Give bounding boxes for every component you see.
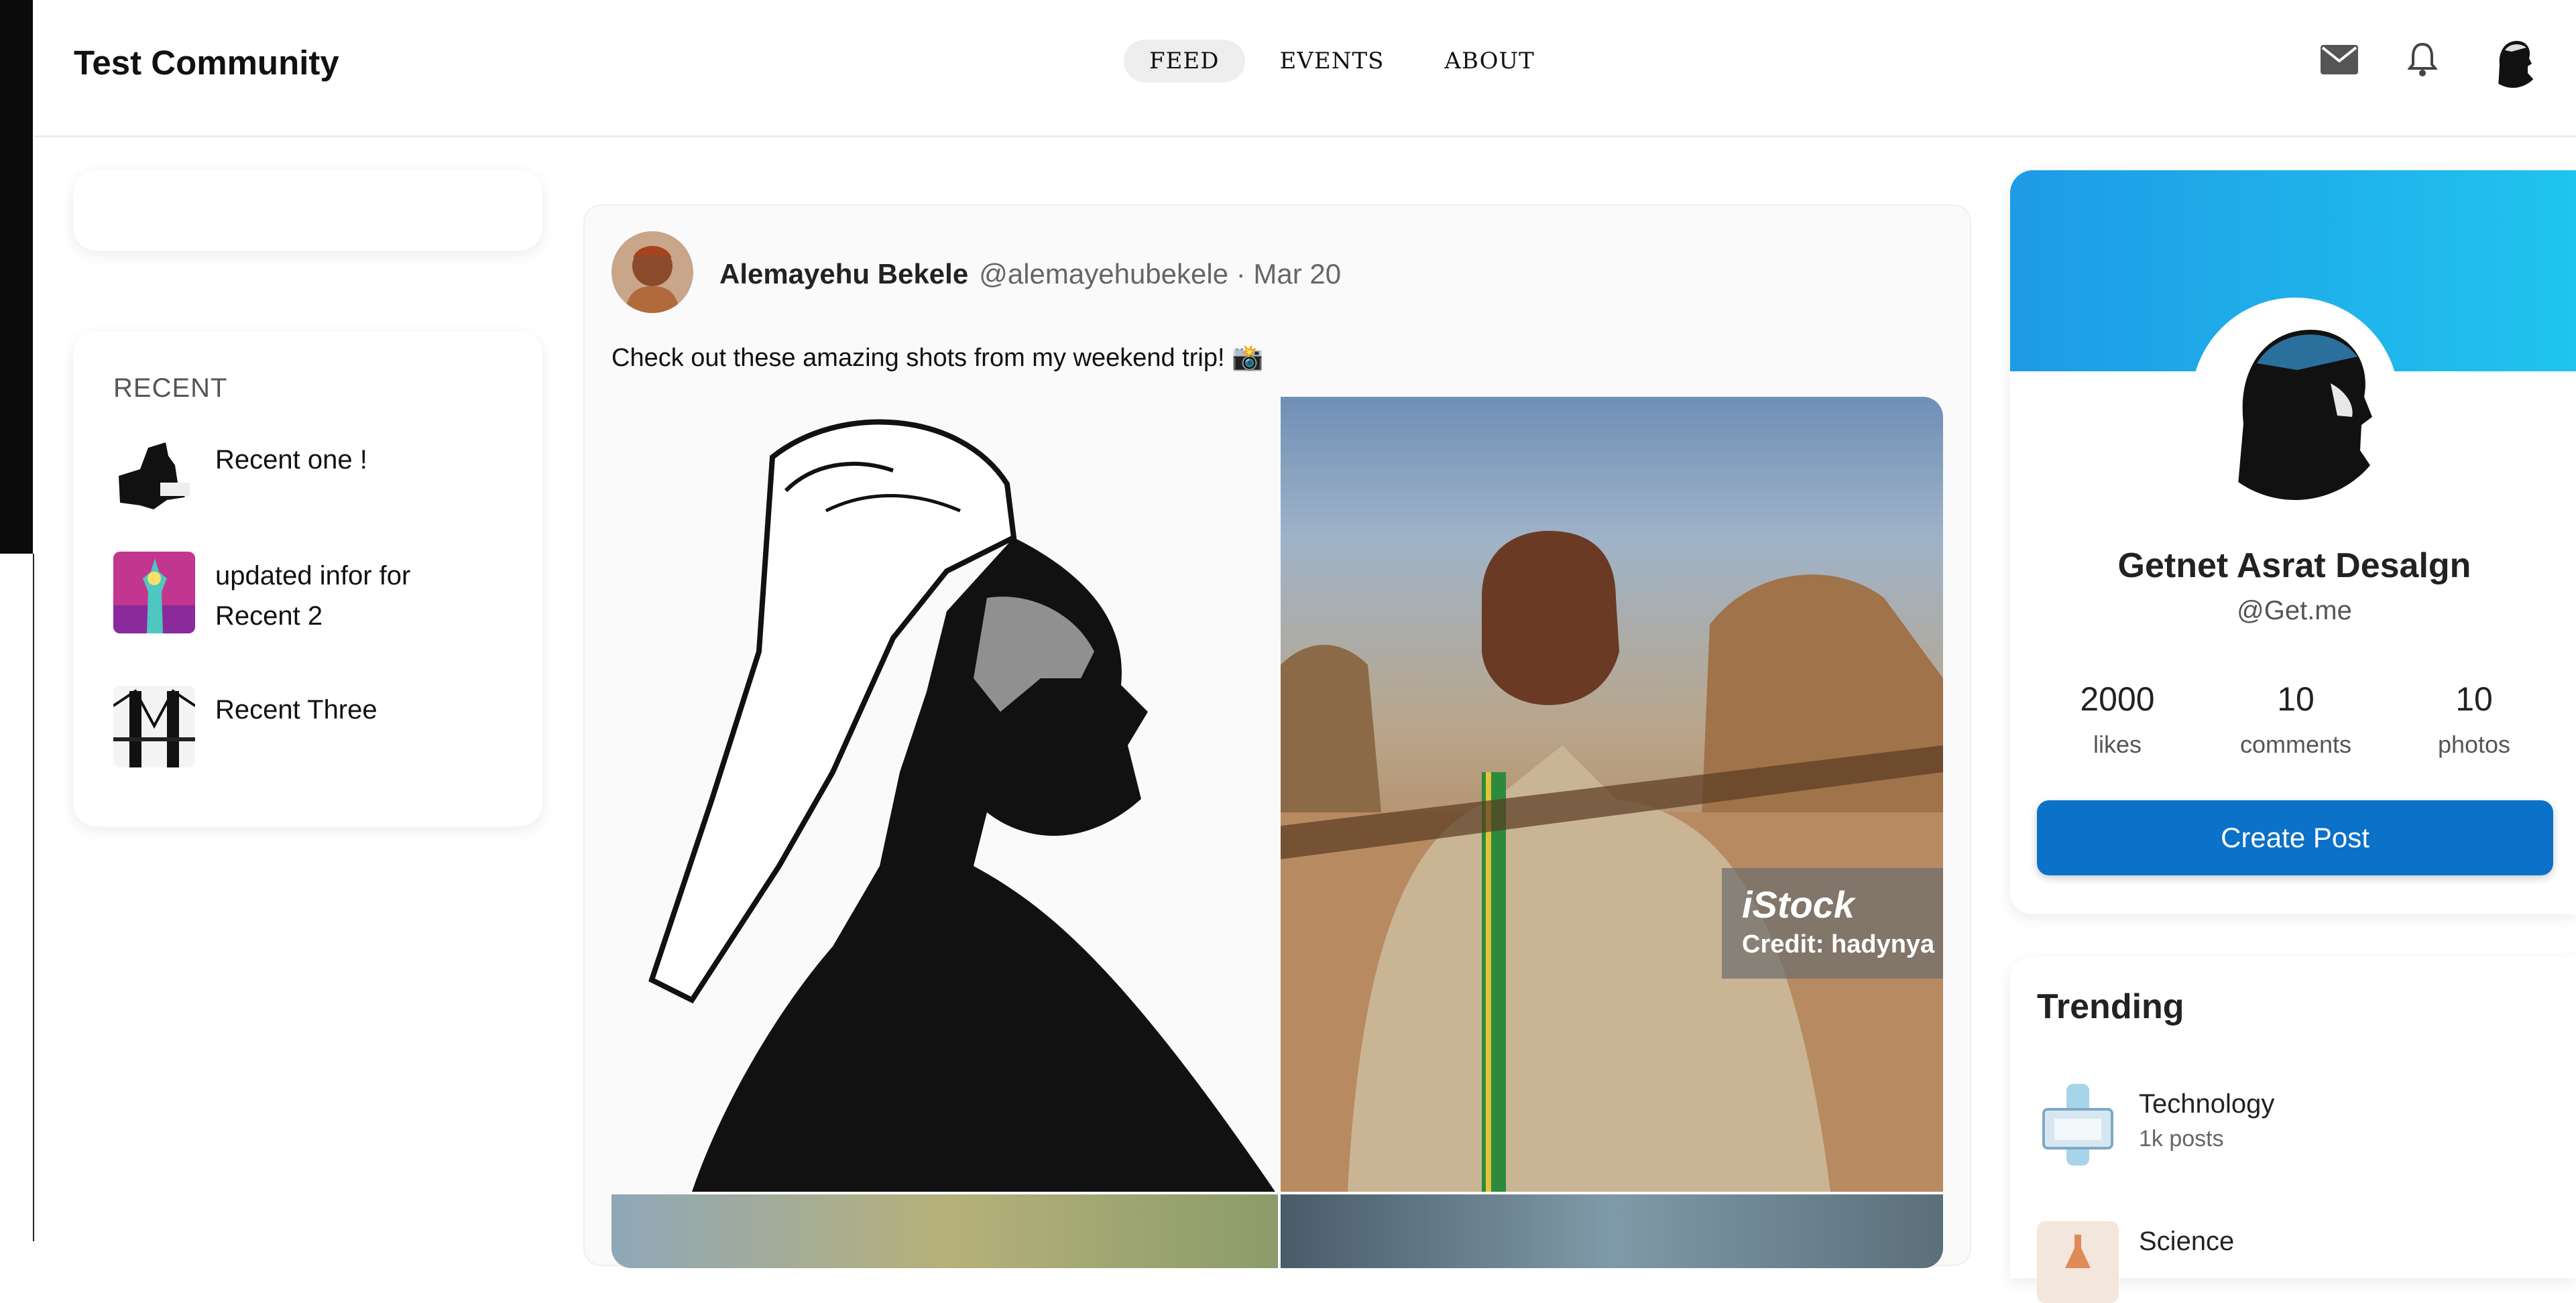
recent-label: updated infor for Recent 2 bbox=[215, 561, 411, 631]
stat-photos: 10 photos bbox=[2394, 680, 2555, 759]
trend-text: Science bbox=[2139, 1221, 2234, 1263]
header-actions bbox=[2319, 32, 2541, 88]
stat-value: 2000 bbox=[2080, 680, 2155, 718]
trending-title: Trending bbox=[2037, 987, 2184, 1026]
post-gallery: iStock Credit: hadynya bbox=[611, 397, 1943, 1268]
post-text: Check out these amazing shots from my we… bbox=[611, 344, 1264, 372]
recent-title: RECENT bbox=[113, 373, 228, 403]
post-author-handle[interactable]: @alemayehubekele bbox=[979, 258, 1228, 290]
stat-likes: 2000 likes bbox=[2037, 680, 2198, 759]
stat-value: 10 bbox=[2455, 680, 2493, 718]
post-author-avatar[interactable] bbox=[611, 231, 693, 313]
recent-item[interactable]: Recent Three bbox=[113, 686, 483, 767]
recent-thumb-map bbox=[113, 436, 195, 517]
gallery-image-portrait[interactable]: iStock Credit: hadynya bbox=[1281, 397, 1943, 1192]
post-header: Alemayehu Bekele @alemayehubekele · Mar 2… bbox=[719, 258, 1341, 290]
main-nav: FEED EVENTS ABOUT bbox=[1124, 40, 1560, 82]
profile-avatar[interactable] bbox=[2191, 298, 2399, 505]
recent-label: Recent Three bbox=[215, 695, 377, 725]
trend-text: Technology 1k posts bbox=[2139, 1084, 2274, 1152]
user-avatar[interactable] bbox=[2485, 32, 2541, 88]
post-date: Mar 20 bbox=[1253, 258, 1342, 290]
left-edge-line bbox=[33, 554, 34, 1241]
stat-label: photos bbox=[2437, 731, 2511, 758]
trending-card: Trending Technology 1k posts Science bbox=[2010, 956, 2576, 1303]
post-separator: · bbox=[1236, 258, 1246, 290]
recent-card: RECENT Recent one ! updated infor for Re… bbox=[73, 332, 542, 826]
left-edge-strip bbox=[0, 0, 33, 554]
nav-feed[interactable]: FEED bbox=[1124, 40, 1245, 82]
trend-thumb-technology bbox=[2037, 1084, 2119, 1166]
mail-icon[interactable] bbox=[2319, 39, 2360, 80]
stat-label: likes bbox=[2093, 731, 2142, 758]
profile-card: Getnet Asrat Desalgn @Get.me 2000 likes … bbox=[2010, 170, 2576, 914]
gallery-image-landscape[interactable] bbox=[611, 1194, 1278, 1268]
recent-item[interactable]: Recent one ! bbox=[113, 436, 483, 517]
gallery-image-sketch[interactable] bbox=[611, 397, 1278, 1192]
nav-events[interactable]: EVENTS bbox=[1254, 40, 1410, 82]
trend-thumb-science bbox=[2037, 1221, 2119, 1303]
trend-posts: 1k posts bbox=[2139, 1126, 2224, 1152]
image-watermark: iStock Credit: hadynya bbox=[1722, 868, 1943, 979]
watermark-brand: iStock bbox=[1742, 883, 1855, 926]
stat-comments: 10 comments bbox=[2215, 680, 2376, 759]
recent-thumb-bridge bbox=[113, 686, 195, 767]
recent-item[interactable]: updated infor for Recent 2 bbox=[113, 552, 483, 636]
top-bar: Test Community FEED EVENTS ABOUT bbox=[34, 0, 2576, 137]
trend-item[interactable]: Science bbox=[2037, 1221, 2234, 1303]
recent-label: Recent one ! bbox=[215, 445, 367, 475]
watermark-credit: Credit: hadynya bbox=[1742, 930, 1935, 958]
profile-name: Getnet Asrat Desalgn bbox=[2117, 546, 2471, 585]
create-post-button[interactable]: Create Post bbox=[2037, 800, 2553, 875]
nav-about[interactable]: ABOUT bbox=[1419, 40, 1560, 82]
recent-thumb-statue bbox=[113, 552, 195, 633]
profile-handle: @Get.me bbox=[2237, 596, 2352, 625]
trend-item[interactable]: Technology 1k posts bbox=[2037, 1084, 2274, 1166]
gallery-image-scene[interactable] bbox=[1281, 1194, 1943, 1268]
stat-value: 10 bbox=[2277, 680, 2315, 718]
stat-label: comments bbox=[2239, 731, 2352, 758]
post-card: Alemayehu Bekele @alemayehubekele · Mar 2… bbox=[583, 204, 1971, 1268]
brand-title[interactable]: Test Community bbox=[74, 43, 339, 82]
bell-icon[interactable] bbox=[2402, 39, 2443, 80]
post-author-name[interactable]: Alemayehu Bekele bbox=[719, 258, 968, 290]
trend-name: Science bbox=[2139, 1227, 2235, 1256]
search-card[interactable] bbox=[73, 170, 542, 251]
trend-name: Technology bbox=[2139, 1089, 2275, 1119]
